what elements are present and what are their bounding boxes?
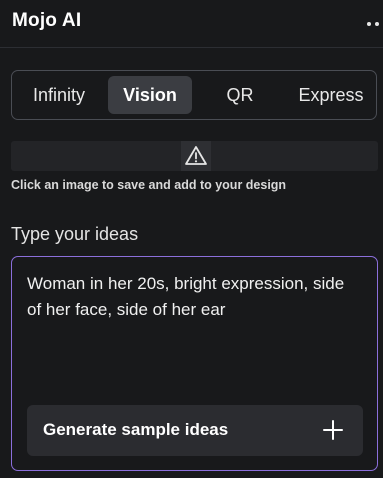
app-title: Mojo AI [12,10,82,31]
model-tabs: Infinity Vision QR Express [11,70,377,120]
warning-icon [185,146,207,165]
tab-infinity[interactable]: Infinity [18,76,100,114]
plus-icon [323,420,343,440]
panel-header: Mojo AI [0,0,383,48]
generate-sample-ideas-button[interactable]: Generate sample ideas [27,405,363,456]
more-options-icon[interactable] [365,14,383,32]
tab-express[interactable]: Express [290,76,372,114]
save-hint-text: Click an image to save and add to your d… [11,178,287,192]
ideas-input[interactable]: Woman in her 20s, bright expression, sid… [11,256,378,471]
ideas-label: Type your ideas [11,224,139,244]
image-results-strip [11,141,378,171]
tab-vision[interactable]: Vision [108,76,192,114]
warning-box [181,141,211,171]
tab-qr[interactable]: QR [212,76,268,114]
ideas-input-value[interactable]: Woman in her 20s, bright expression, sid… [27,271,362,323]
generate-sample-ideas-label: Generate sample ideas [43,420,229,439]
